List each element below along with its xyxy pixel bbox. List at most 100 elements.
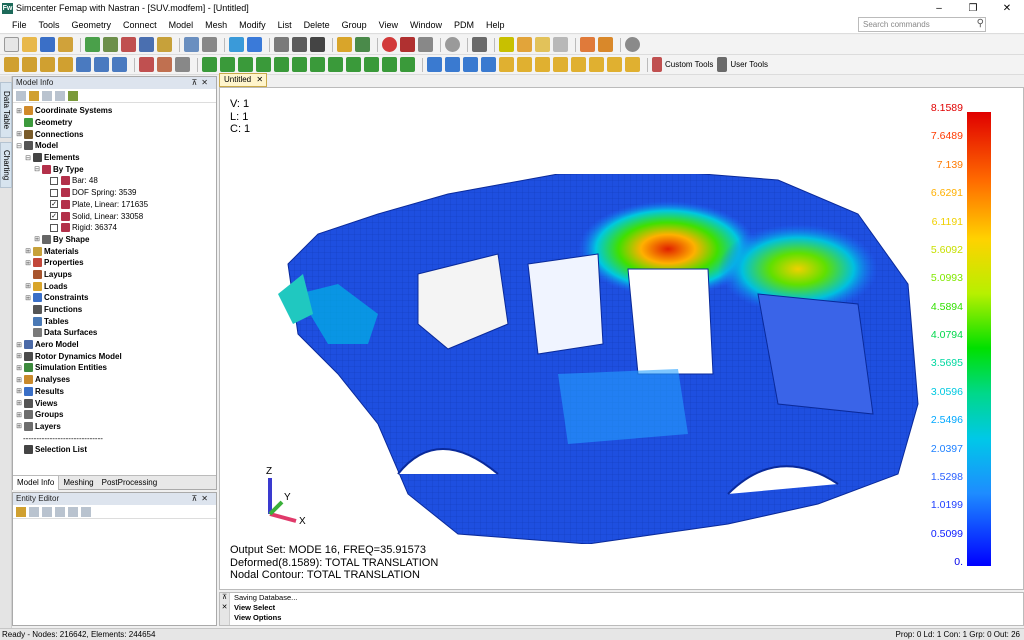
menu-help[interactable]: Help	[480, 16, 511, 34]
select-box-icon[interactable]	[418, 37, 433, 52]
top-icon[interactable]	[481, 57, 496, 72]
front-icon[interactable]	[445, 57, 460, 72]
search-commands-input[interactable]: Search commands	[858, 17, 986, 32]
mesh-icon[interactable]	[103, 37, 118, 52]
no-select-icon[interactable]	[382, 37, 397, 52]
minimize-button[interactable]: –	[922, 0, 956, 16]
tree-item[interactable]: ✓ Plate, Linear: 171635	[13, 199, 216, 211]
eraser-icon[interactable]	[535, 37, 550, 52]
tree-sort-icon[interactable]	[55, 90, 65, 101]
tree-item[interactable]: ⊞ Analyses	[13, 374, 216, 386]
flag-icon[interactable]	[427, 57, 442, 72]
tab-meshing[interactable]: Meshing	[59, 476, 97, 490]
clip-icon[interactable]	[175, 57, 190, 72]
csys-show-icon[interactable]	[364, 57, 379, 72]
menu-mesh[interactable]: Mesh	[199, 16, 233, 34]
tree-item[interactable]: ⊞ Properties	[13, 257, 216, 269]
tab-model-info[interactable]: Model Info	[13, 475, 60, 490]
tree-item[interactable]: ⊞ Constraints	[13, 292, 216, 304]
options-icon[interactable]	[625, 37, 640, 52]
search-icon[interactable]: ⚲	[977, 18, 984, 29]
element-show-icon[interactable]	[274, 57, 289, 72]
constraint-show-icon[interactable]	[310, 57, 325, 72]
undo-icon[interactable]	[58, 37, 73, 52]
maximize-button[interactable]: ❐	[956, 0, 990, 16]
panel-controls[interactable]: ⊼✕	[191, 493, 216, 505]
material-show-icon[interactable]	[346, 57, 361, 72]
tree-toggle-icon[interactable]: ⊞	[24, 247, 32, 255]
shade-icon[interactable]	[607, 57, 622, 72]
contour-icon[interactable]	[22, 57, 37, 72]
post-data-icon[interactable]	[4, 57, 19, 72]
tree-filter-icon[interactable]	[42, 90, 52, 101]
show-icon[interactable]	[202, 57, 217, 72]
menu-window[interactable]: Window	[404, 16, 448, 34]
tree-item[interactable]: ⊞ Rotor Dynamics Model	[13, 350, 216, 362]
custom-tools-icon[interactable]	[652, 57, 662, 72]
tree-toggle-icon[interactable]: ⊞	[15, 422, 23, 430]
menu-delete[interactable]: Delete	[298, 16, 336, 34]
tree-item[interactable]: Selection List	[13, 444, 216, 456]
user-tools-button[interactable]: User Tools	[730, 60, 768, 69]
tree-item[interactable]: ⊞ Materials	[13, 245, 216, 257]
menu-group[interactable]: Group	[336, 16, 373, 34]
tree-checkbox[interactable]: ✓	[50, 200, 58, 209]
tree-toggle-icon[interactable]: ⊟	[15, 142, 23, 150]
tree-collapse-icon[interactable]	[29, 90, 39, 101]
workplane-icon[interactable]	[472, 37, 487, 52]
tree-item[interactable]: ⊞ Layers	[13, 421, 216, 433]
tree-expand-icon[interactable]	[16, 90, 26, 101]
document-tab-untitled[interactable]: Untitled ✕	[219, 73, 267, 87]
tree-item[interactable]: Tables	[13, 315, 216, 327]
iso-icon[interactable]	[499, 57, 514, 72]
tree-item[interactable]: ⊟ Elements	[13, 152, 216, 164]
tree-item[interactable]: Rigid: 36374	[13, 222, 216, 234]
tree-toggle-icon[interactable]: ⊞	[15, 399, 23, 407]
list-icon[interactable]	[274, 37, 289, 52]
layer-show-icon[interactable]	[400, 57, 415, 72]
tree-toggle-icon[interactable]: ⊞	[15, 387, 23, 395]
magnify-icon[interactable]	[553, 57, 568, 72]
material-icon[interactable]	[157, 37, 172, 52]
tree-item[interactable]: ⊞ Simulation Entities	[13, 362, 216, 374]
tree-options-icon[interactable]	[68, 90, 78, 101]
tree-checkbox[interactable]	[50, 223, 58, 232]
animate-icon[interactable]	[58, 57, 73, 72]
close-tab-icon[interactable]: ✕	[256, 75, 263, 84]
new-icon[interactable]	[4, 37, 19, 52]
node-show-icon[interactable]	[256, 57, 271, 72]
tree-item[interactable]: Data Surfaces	[13, 327, 216, 339]
entity-icon[interactable]	[139, 57, 154, 72]
geometry-icon[interactable]	[85, 37, 100, 52]
tree-checkbox[interactable]	[50, 188, 58, 197]
custom-tools-button[interactable]: Custom Tools	[665, 60, 713, 69]
tree-item[interactable]: ✓ Solid, Linear: 33058	[13, 210, 216, 222]
menu-model[interactable]: Model	[163, 16, 200, 34]
tree-item[interactable]: ⊟ By Type	[13, 163, 216, 175]
tree-item[interactable]: ⊞ Groups	[13, 409, 216, 421]
tree-item[interactable]: Layups	[13, 269, 216, 281]
tree-item[interactable]: Bar: 48	[13, 175, 216, 187]
apply-icon[interactable]	[68, 506, 78, 517]
zoom-icon[interactable]	[517, 57, 532, 72]
pan-icon[interactable]	[202, 37, 217, 52]
tree-toggle-icon[interactable]: ⊞	[24, 259, 32, 267]
messages-side-controls[interactable]: ⊼ ✕	[220, 593, 230, 625]
panel-controls[interactable]: ⊼✕	[191, 77, 216, 89]
filter-icon[interactable]	[157, 57, 172, 72]
tree-item[interactable]: ⊞ Views	[13, 397, 216, 409]
side-icon[interactable]	[463, 57, 478, 72]
tree-item[interactable]: ⊟ Model	[13, 140, 216, 152]
rotate-icon[interactable]	[184, 37, 199, 52]
property-show-icon[interactable]	[328, 57, 343, 72]
group-show-icon[interactable]	[382, 57, 397, 72]
chart-icon[interactable]	[76, 57, 91, 72]
tree-item[interactable]: ⊞ Results	[13, 386, 216, 398]
tab-postprocessing[interactable]: PostProcessing	[98, 476, 162, 490]
tree-item[interactable]: ⊞ Coordinate Systems	[13, 105, 216, 117]
open-icon[interactable]	[22, 37, 37, 52]
tree-item[interactable]: ------------------------------	[13, 432, 216, 444]
data-table-tab[interactable]: Data Table	[0, 82, 12, 138]
hide-icon[interactable]	[220, 57, 235, 72]
menu-connect[interactable]: Connect	[117, 16, 163, 34]
